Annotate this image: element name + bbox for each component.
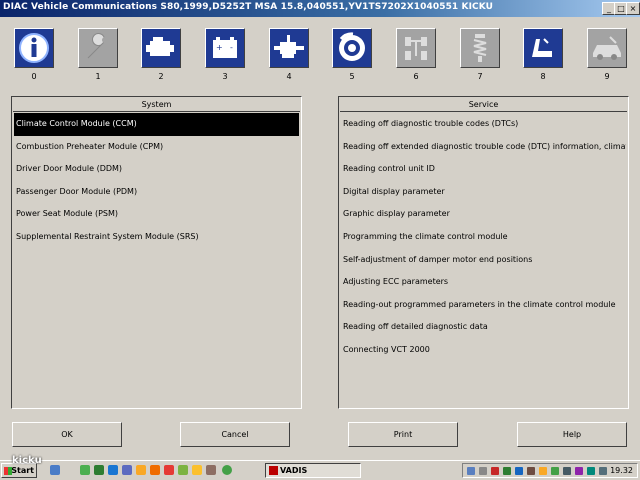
icon-number-6: 6 [413,72,419,81]
icon-number-8: 8 [540,72,546,81]
seat-icon[interactable] [523,28,563,68]
icon-number-1: 1 [95,72,101,81]
list-item[interactable]: Reading-out programmed parameters in the… [341,294,626,317]
brake-disc-icon[interactable] [332,28,372,68]
app-icon[interactable] [94,465,104,475]
list-item[interactable]: Adjusting ECC parameters [341,271,626,294]
tray-icon[interactable] [551,467,559,475]
suspension-icon[interactable] [460,28,500,68]
system-header: System [13,98,300,112]
taskbar: Start VADIS 19.32 [0,460,640,480]
system-panel: System Climate Control Module (CCM) Comb… [11,96,302,409]
tray-icon[interactable] [479,467,487,475]
icon-number-4: 4 [286,72,292,81]
list-item[interactable]: Reading off diagnostic trouble codes (DT… [341,113,626,136]
list-item[interactable]: Digital display parameter [341,181,626,204]
system-tray: 19.32 [462,463,638,478]
icon-number-2: 2 [158,72,164,81]
list-item[interactable]: Self-adjustment of damper motor end posi… [341,249,626,272]
list-item[interactable]: Connecting VCT 2000 [341,339,626,362]
app-icon[interactable] [136,465,146,475]
icon-number-9: 9 [604,72,610,81]
chrome-icon[interactable] [222,465,232,475]
list-item[interactable]: Passenger Door Module (PDM) [14,181,299,204]
app-icon[interactable] [192,465,202,475]
app-icon[interactable] [206,465,216,475]
app-icon[interactable] [150,465,160,475]
tray-icon[interactable] [527,467,535,475]
ok-button[interactable]: OK [12,422,122,447]
list-item[interactable]: Programming the climate control module [341,226,626,249]
app-icon[interactable] [164,465,174,475]
tray-icon[interactable] [563,467,571,475]
system-list[interactable]: Climate Control Module (CCM) Combustion … [14,113,299,406]
body-icon[interactable] [587,28,627,68]
engine-icon[interactable] [141,28,181,68]
tray-icon[interactable] [539,467,547,475]
service-header: Service [340,98,627,112]
icon-number-0: 0 [31,72,37,81]
list-item[interactable]: Combustion Preheater Module (CPM) [14,136,299,159]
windows-logo-icon [4,467,12,475]
title-bar: DIAC Vehicle Communications S80,1999,D52… [0,0,640,17]
tray-icon[interactable] [491,467,499,475]
svg-text:+: + [216,43,223,52]
steering-icon[interactable] [396,28,436,68]
taskbar-item-label: VADIS [280,466,308,475]
wrench-icon[interactable] [78,28,118,68]
list-item[interactable]: Graphic display parameter [341,203,626,226]
app-icon[interactable] [122,465,132,475]
app-icon[interactable] [80,465,90,475]
list-item[interactable]: Reading off extended diagnostic trouble … [341,136,626,159]
svg-text:-: - [230,43,233,52]
list-item[interactable]: Reading off detailed diagnostic data [341,316,626,339]
list-item[interactable]: Driver Door Module (DDM) [14,158,299,181]
battery-icon[interactable]: + - [205,28,245,68]
info-icon[interactable] [14,28,54,68]
service-panel: Service Reading off diagnostic trouble c… [338,96,629,409]
transmission-icon[interactable] [269,28,309,68]
list-item[interactable]: Power Seat Module (PSM) [14,203,299,226]
help-button[interactable]: Help [517,422,627,447]
clock: 19.32 [610,466,633,475]
tray-icon[interactable] [515,467,523,475]
list-item[interactable]: Climate Control Module (CCM) [14,113,299,136]
service-list[interactable]: Reading off diagnostic trouble codes (DT… [341,113,626,406]
tray-icon[interactable] [575,467,583,475]
tray-icon[interactable] [587,467,595,475]
list-item[interactable]: Supplemental Restraint System Module (SR… [14,226,299,249]
close-button[interactable]: × [626,2,640,15]
speaker-icon[interactable] [599,467,607,475]
tray-icon[interactable] [467,467,475,475]
start-label: Start [11,466,34,475]
cancel-button[interactable]: Cancel [180,422,290,447]
icon-number-3: 3 [222,72,228,81]
list-item[interactable]: Reading control unit ID [341,158,626,181]
icon-number-5: 5 [349,72,355,81]
tray-icon[interactable] [503,467,511,475]
watermark: kicku [12,455,42,466]
print-button[interactable]: Print [348,422,458,447]
window-title: DIAC Vehicle Communications S80,1999,D52… [3,2,494,12]
taskbar-item-vadis[interactable]: VADIS [265,463,361,478]
vadis-icon [269,466,278,475]
icon-number-7: 7 [477,72,483,81]
desktop-icon[interactable] [50,465,60,475]
app-icon[interactable] [178,465,188,475]
browser-icon[interactable] [108,465,118,475]
